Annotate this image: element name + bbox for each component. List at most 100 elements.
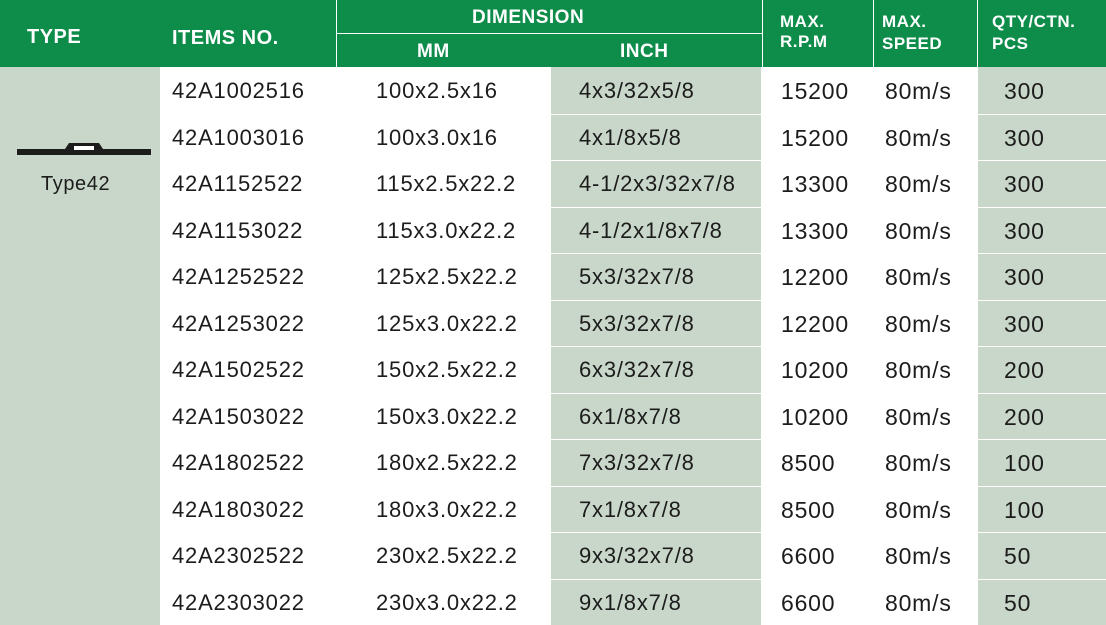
header-divider <box>762 0 763 67</box>
max-speed: 80m/s <box>885 590 952 616</box>
type-name: Type42 <box>41 173 111 195</box>
dimension-mm: 125x2.5x22.2 <box>376 264 518 289</box>
item-number: 42A1803022 <box>172 497 305 522</box>
row-divider <box>161 393 1106 394</box>
dimension-inch: 4x1/8x5/8 <box>579 125 682 150</box>
header-max-rpm-line1: MAX. <box>780 12 825 31</box>
max-speed: 80m/s <box>885 543 952 569</box>
row-divider <box>161 300 1106 301</box>
dimension-mm: 100x3.0x16 <box>376 125 498 150</box>
row-divider <box>161 532 1106 533</box>
qty-per-carton: 50 <box>1004 590 1032 616</box>
dimension-inch: 6x3/32x7/8 <box>579 357 695 382</box>
dimension-inch: 9x1/8x7/8 <box>579 590 682 615</box>
max-speed: 80m/s <box>885 78 952 104</box>
qty-per-carton: 300 <box>1004 264 1045 290</box>
max-rpm: 15200 <box>781 78 849 104</box>
header-divider <box>336 33 762 34</box>
depressed-center-wheel-icon <box>17 143 151 155</box>
dimension-inch: 7x1/8x7/8 <box>579 497 682 522</box>
max-speed: 80m/s <box>885 264 952 290</box>
item-number: 42A1002516 <box>172 78 305 103</box>
max-rpm: 8500 <box>781 497 836 523</box>
header-max-rpm-line2: R.P.M <box>780 32 828 51</box>
max-rpm: 10200 <box>781 357 849 383</box>
qty-per-carton: 300 <box>1004 311 1045 337</box>
dimension-mm: 150x2.5x22.2 <box>376 357 518 382</box>
dimension-mm: 180x2.5x22.2 <box>376 450 518 475</box>
item-number: 42A1152522 <box>172 171 304 196</box>
row-divider <box>161 253 1106 254</box>
header-items-no: ITEMS NO. <box>172 27 279 49</box>
dimension-inch: 9x3/32x7/8 <box>579 543 695 568</box>
item-number: 42A1252522 <box>172 264 305 289</box>
dimension-mm: 230x3.0x22.2 <box>376 590 518 615</box>
max-rpm: 10200 <box>781 404 849 430</box>
dimension-mm: 115x3.0x22.2 <box>376 218 517 243</box>
row-divider <box>161 207 1106 208</box>
max-rpm: 12200 <box>781 264 849 290</box>
max-rpm: 13300 <box>781 218 849 244</box>
qty-per-carton: 200 <box>1004 357 1045 383</box>
max-rpm: 15200 <box>781 125 849 151</box>
dimension-mm: 180x3.0x22.2 <box>376 497 518 522</box>
max-rpm: 6600 <box>781 590 836 616</box>
max-speed: 80m/s <box>885 125 952 151</box>
dimension-inch: 7x3/32x7/8 <box>579 450 695 475</box>
item-number: 42A1502522 <box>172 357 305 382</box>
header-max-speed-line2: SPEED <box>882 34 943 53</box>
max-speed: 80m/s <box>885 404 952 430</box>
qty-per-carton: 100 <box>1004 450 1045 476</box>
max-speed: 80m/s <box>885 450 952 476</box>
item-number: 42A1253022 <box>172 311 305 336</box>
item-number: 42A1503022 <box>172 404 305 429</box>
dimension-mm: 230x2.5x22.2 <box>376 543 518 568</box>
dimension-mm: 115x2.5x22.2 <box>376 171 517 196</box>
qty-per-carton: 300 <box>1004 125 1045 151</box>
max-speed: 80m/s <box>885 311 952 337</box>
header-max-speed-line1: MAX. <box>882 12 927 31</box>
max-speed: 80m/s <box>885 357 952 383</box>
max-rpm: 12200 <box>781 311 849 337</box>
qty-per-carton: 100 <box>1004 497 1045 523</box>
qty-per-carton: 300 <box>1004 218 1045 244</box>
spec-table: TYPE ITEMS NO. DIMENSION MM INCH MAX. R.… <box>0 0 1106 625</box>
item-number: 42A2303022 <box>172 590 305 615</box>
dimension-inch: 4-1/2x1/8x7/8 <box>579 218 723 243</box>
max-speed: 80m/s <box>885 171 952 197</box>
dimension-inch: 5x3/32x7/8 <box>579 311 695 336</box>
dimension-mm: 125x3.0x22.2 <box>376 311 518 336</box>
dimension-inch: 6x1/8x7/8 <box>579 404 682 429</box>
header-qty-line1: QTY/CTN. <box>992 12 1076 31</box>
row-divider <box>161 579 1106 580</box>
row-divider <box>161 160 1106 161</box>
max-rpm: 6600 <box>781 543 836 569</box>
dimension-mm: 150x3.0x22.2 <box>376 404 518 429</box>
qty-per-carton: 300 <box>1004 78 1045 104</box>
item-number: 42A2302522 <box>172 543 305 568</box>
qty-per-carton: 50 <box>1004 543 1032 569</box>
row-divider <box>161 114 1106 115</box>
header-inch: INCH <box>620 41 669 62</box>
dimension-mm: 100x2.5x16 <box>376 78 498 103</box>
item-number: 42A1802522 <box>172 450 305 475</box>
row-divider <box>161 486 1106 487</box>
qty-per-carton: 300 <box>1004 171 1045 197</box>
item-number: 42A1003016 <box>172 125 305 150</box>
header-divider <box>873 0 874 67</box>
row-divider <box>161 439 1106 440</box>
dimension-inch: 4x3/32x5/8 <box>579 78 695 103</box>
max-rpm: 13300 <box>781 171 849 197</box>
header-type: TYPE <box>27 26 82 48</box>
dimension-inch: 5x3/32x7/8 <box>579 264 695 289</box>
header-mm: MM <box>417 41 450 62</box>
max-speed: 80m/s <box>885 497 952 523</box>
header-divider <box>977 0 978 67</box>
item-number: 42A1153022 <box>172 218 304 243</box>
header-qty-line2: PCS <box>992 34 1029 53</box>
max-rpm: 8500 <box>781 450 836 476</box>
header-dimension: DIMENSION <box>472 7 585 28</box>
qty-per-carton: 200 <box>1004 404 1045 430</box>
dimension-inch: 4-1/2x3/32x7/8 <box>579 171 736 196</box>
max-speed: 80m/s <box>885 218 952 244</box>
